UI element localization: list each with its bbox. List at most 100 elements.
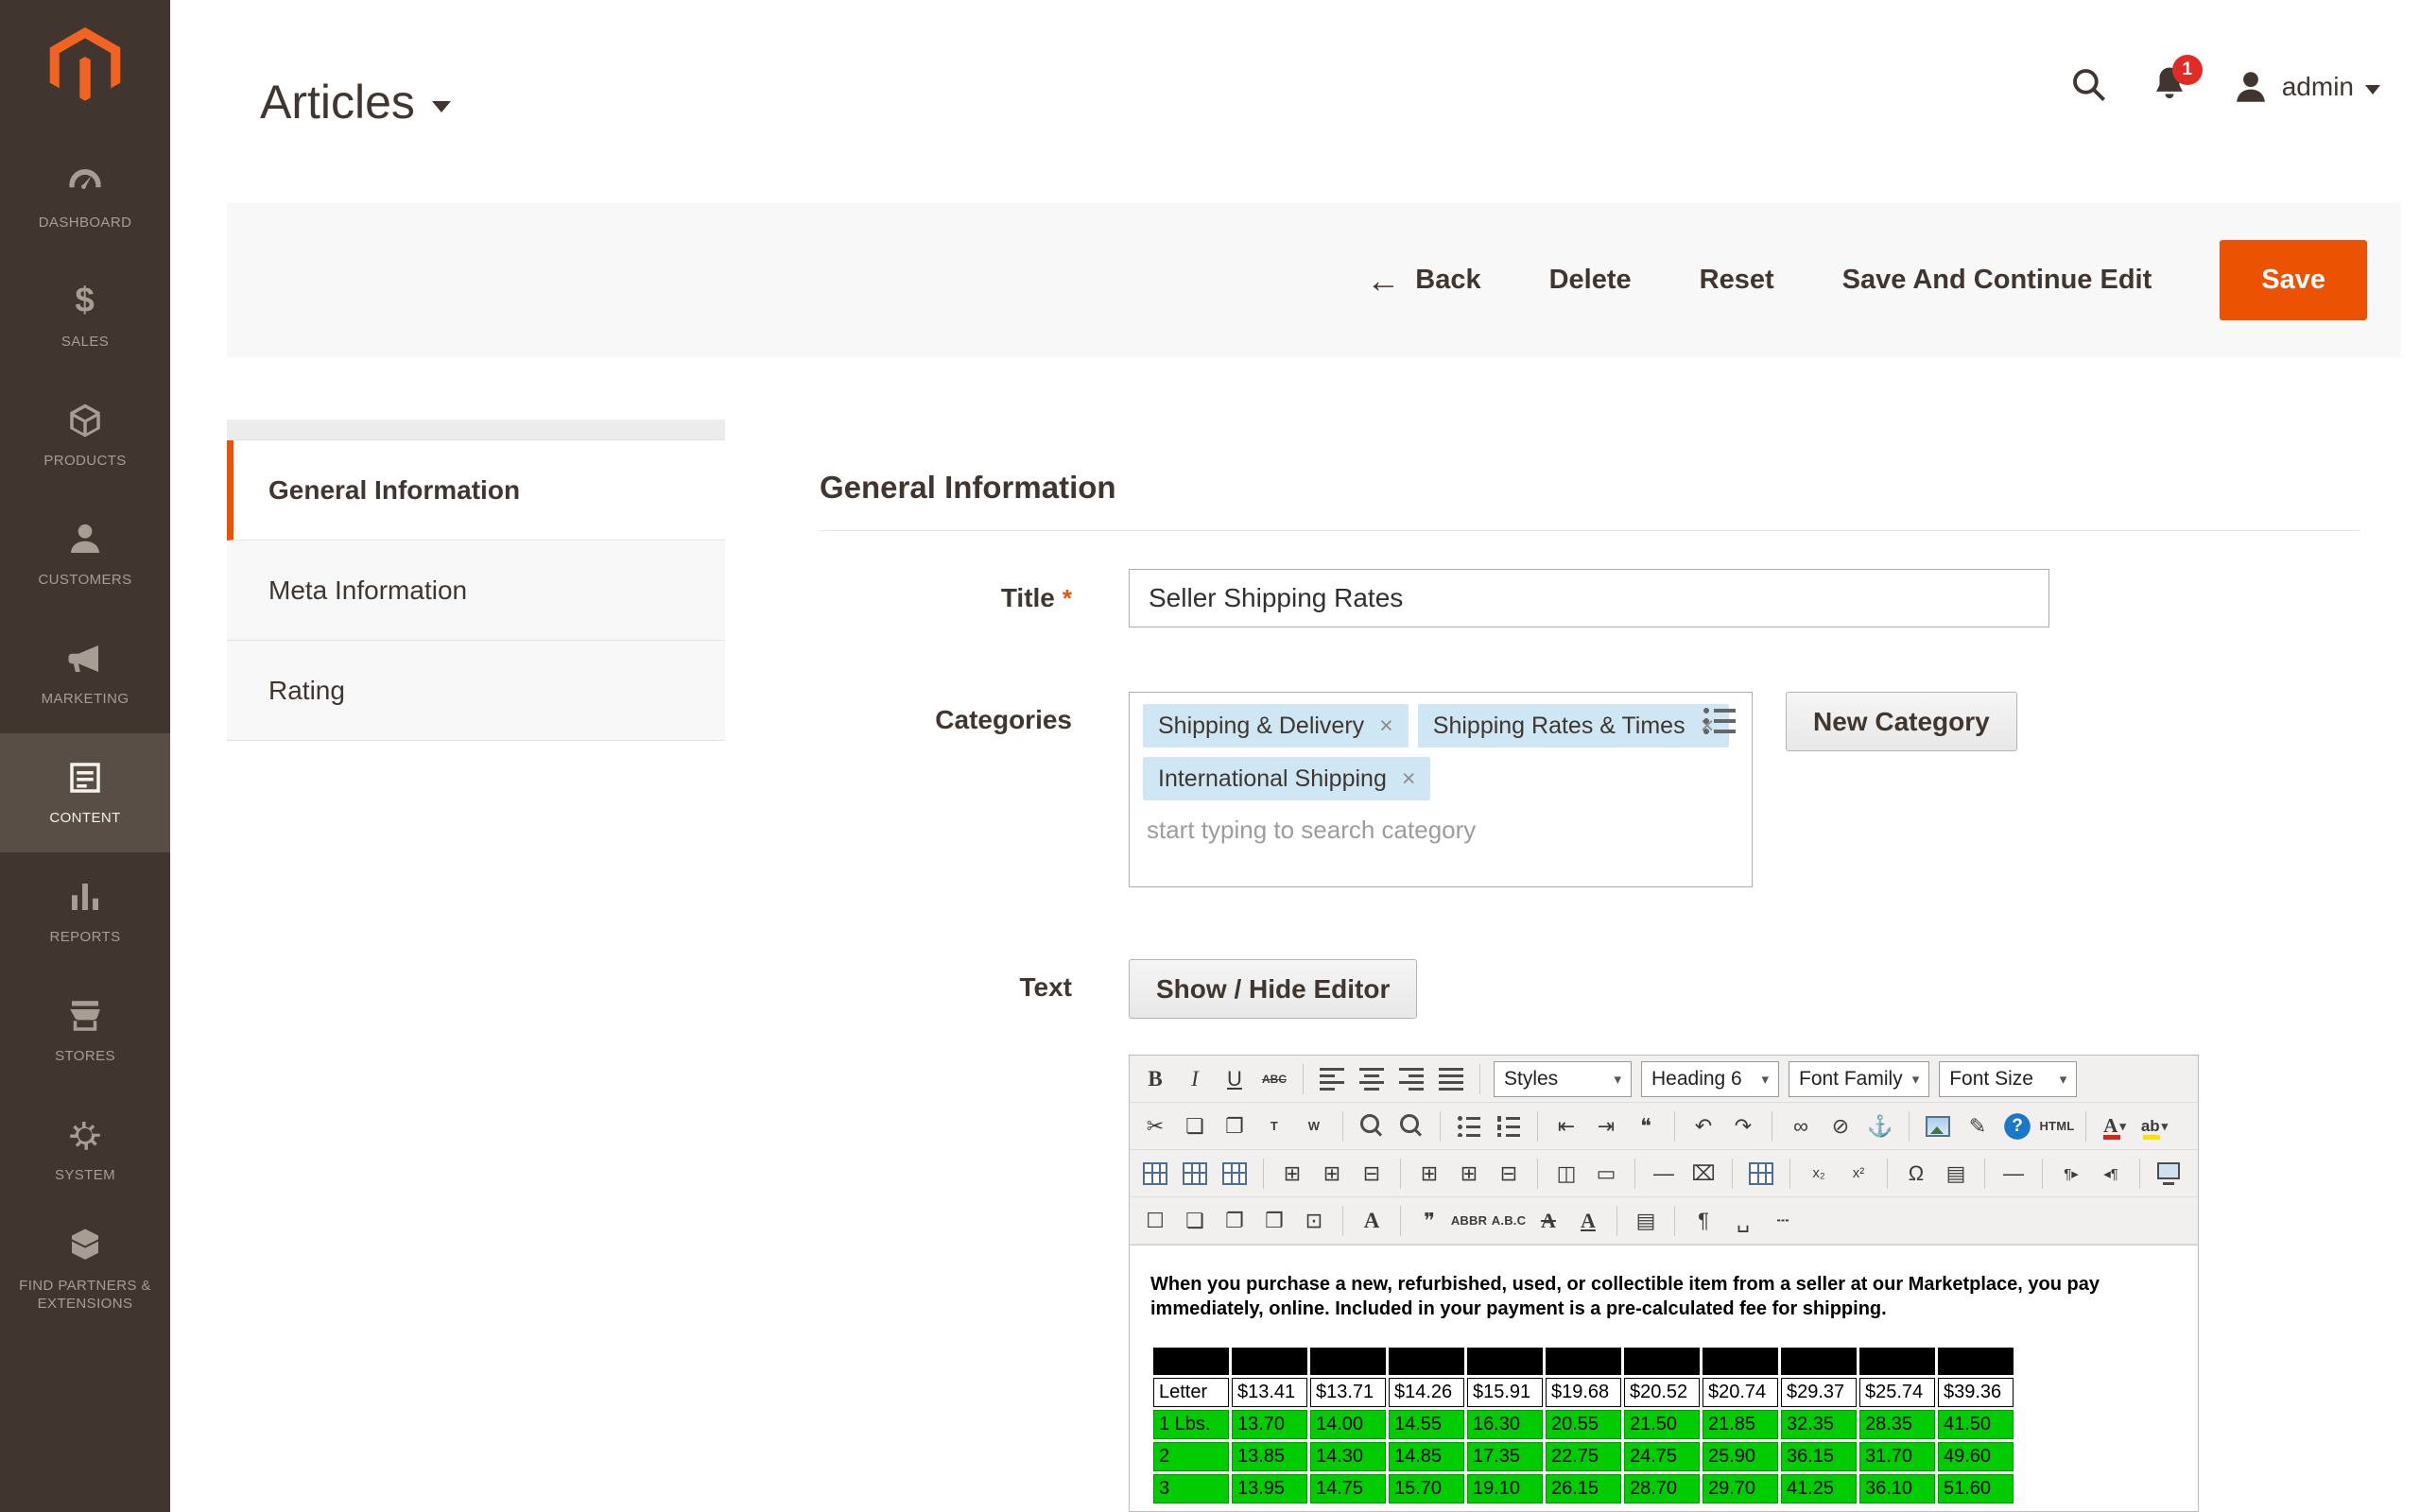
sidebar-item-sales[interactable]: $SALES [0, 257, 170, 376]
remove-format-button[interactable]: ⌧ [1685, 1155, 1722, 1193]
category-search-input[interactable] [1143, 810, 1738, 850]
acronym-button[interactable]: A.B.C [1490, 1202, 1528, 1240]
back-button[interactable]: ← Back [1366, 264, 1480, 298]
col-insert-before-button[interactable]: ⊞ [1410, 1155, 1448, 1193]
table-cell-props-button[interactable] [1216, 1155, 1253, 1193]
col-insert-after-button[interactable]: ⊞ [1450, 1155, 1488, 1193]
show-hide-editor-button[interactable]: Show / Hide Editor [1129, 959, 1417, 1019]
sidebar-item-reports[interactable]: REPORTS [0, 852, 170, 971]
html-button[interactable]: HTML [2038, 1108, 2076, 1145]
row-delete-button[interactable]: ⊟ [1353, 1155, 1391, 1193]
cite-button[interactable]: ❞ [1410, 1202, 1448, 1240]
row-insert-below-button[interactable]: ⊞ [1313, 1155, 1351, 1193]
font-family-select[interactable]: Font Family▾ [1789, 1061, 1929, 1097]
sidebar-item-partners[interactable]: FIND PARTNERS & EXTENSIONS [0, 1210, 170, 1329]
rtl-button[interactable]: ◂¶ [2092, 1155, 2130, 1193]
visual-aid-button[interactable] [1742, 1155, 1780, 1193]
global-search-button[interactable] [2068, 64, 2108, 109]
tab-meta-information[interactable]: Meta Information [227, 541, 725, 641]
sidebar-item-marketing[interactable]: MARKETING [0, 614, 170, 733]
media-button[interactable]: ▤ [1937, 1155, 1975, 1193]
ordered-list-button[interactable] [1490, 1108, 1528, 1145]
table-row-props-button[interactable] [1176, 1155, 1214, 1193]
italic-button[interactable]: I [1176, 1060, 1214, 1098]
blockquote-button[interactable]: ❝ [1627, 1108, 1665, 1145]
text-color-button[interactable]: A▾ [2096, 1108, 2134, 1145]
tab-rating[interactable]: Rating [227, 641, 725, 741]
sidebar-item-customers[interactable]: CUSTOMERS [0, 495, 170, 614]
background-color-button[interactable]: ab▾ [2135, 1108, 2173, 1145]
strikethrough-button[interactable]: ABC [1255, 1060, 1293, 1098]
outdent-button[interactable]: ⇤ [1547, 1108, 1585, 1145]
absolute-position-button[interactable]: ⊡ [1295, 1202, 1333, 1240]
deleted-text-button[interactable]: A [1530, 1202, 1567, 1240]
paste-from-word-button[interactable]: W [1295, 1108, 1333, 1145]
indent-button[interactable]: ⇥ [1587, 1108, 1625, 1145]
nonbreaking-space-button[interactable]: ␣ [1724, 1202, 1762, 1240]
row-insert-above-button[interactable]: ⊞ [1273, 1155, 1311, 1193]
sidebar-item-content[interactable]: CONTENT [0, 733, 170, 852]
table-insert-button[interactable] [1136, 1155, 1174, 1193]
sidebar-item-system[interactable]: SYSTEM [0, 1091, 170, 1210]
page-break-button[interactable]: ┄ [1764, 1202, 1802, 1240]
delete-button[interactable]: Delete [1549, 265, 1632, 296]
remove-tag-button[interactable]: × [1402, 765, 1416, 793]
sidebar-item-dashboard[interactable]: DASHBOARD [0, 138, 170, 257]
help-button[interactable]: ? [1998, 1108, 2036, 1145]
image-button[interactable] [1919, 1108, 1957, 1145]
style-props-button[interactable]: A [1353, 1202, 1391, 1240]
align-justify-button[interactable] [1432, 1060, 1470, 1098]
visual-chars-button[interactable]: ¶ [1685, 1202, 1722, 1240]
bring-to-front-button[interactable]: ❐ [1216, 1202, 1253, 1240]
editor-body[interactable]: When you purchase a new, refurbished, us… [1130, 1245, 2198, 1511]
find-replace-button[interactable] [1392, 1108, 1430, 1145]
insert-layer-button[interactable]: ❏ [1176, 1202, 1214, 1240]
abbreviation-button[interactable]: ABBR [1450, 1202, 1488, 1240]
horizontal-rule-button[interactable]: — [1645, 1155, 1683, 1193]
col-delete-button[interactable]: ⊟ [1490, 1155, 1528, 1193]
reset-button[interactable]: Reset [1700, 265, 1774, 296]
sidebar-item-stores[interactable]: STORES [0, 971, 170, 1091]
send-to-back-button[interactable]: ❒ [1255, 1202, 1293, 1240]
inserted-text-button[interactable]: A [1569, 1202, 1607, 1240]
anchor-button[interactable]: ⚓ [1861, 1108, 1899, 1145]
styles-select[interactable]: Styles▾ [1494, 1061, 1632, 1097]
subscript-button[interactable]: x₂ [1800, 1155, 1838, 1193]
title-dropdown-caret-icon[interactable] [432, 101, 451, 112]
fullscreen-button[interactable] [2150, 1155, 2187, 1193]
remove-tag-button[interactable]: × [1379, 713, 1393, 740]
merge-cells-button[interactable]: ▭ [1587, 1155, 1625, 1193]
category-list-icon[interactable] [1703, 706, 1737, 736]
sidebar-item-products[interactable]: PRODUCTS [0, 376, 170, 495]
redo-button[interactable]: ↷ [1724, 1108, 1762, 1145]
copy-button[interactable]: ❏ [1176, 1108, 1214, 1145]
save-button[interactable]: Save [2220, 240, 2367, 320]
bold-button[interactable]: B [1136, 1060, 1174, 1098]
title-input[interactable] [1129, 569, 2049, 627]
unordered-list-button[interactable] [1450, 1108, 1488, 1145]
format-select[interactable]: Heading 6▾ [1641, 1061, 1779, 1097]
attributes-button[interactable]: ▤ [1627, 1202, 1665, 1240]
paste-button[interactable]: ❐ [1216, 1108, 1253, 1145]
categories-multiselect[interactable]: Shipping & Delivery×Shipping Rates & Tim… [1129, 692, 1753, 887]
special-char-button[interactable]: Ω [1897, 1155, 1935, 1193]
cut-button[interactable]: ✂ [1136, 1108, 1174, 1145]
cleanup-button[interactable]: ✎ [1959, 1108, 1996, 1145]
find-button[interactable] [1353, 1108, 1391, 1145]
align-right-button[interactable] [1392, 1060, 1430, 1098]
magento-logo[interactable] [0, 0, 170, 121]
new-category-button[interactable]: New Category [1786, 692, 2017, 751]
notifications-button[interactable]: 1 [2150, 64, 2189, 109]
unlink-button[interactable]: ⊘ [1822, 1108, 1859, 1145]
undo-button[interactable]: ↶ [1685, 1108, 1722, 1145]
font-size-select[interactable]: Font Size▾ [1939, 1061, 2077, 1097]
select-all-button[interactable]: ☐ [1136, 1202, 1174, 1240]
tab-general-information[interactable]: General Information [227, 440, 725, 541]
align-left-button[interactable] [1313, 1060, 1351, 1098]
link-button[interactable]: ∞ [1782, 1108, 1820, 1145]
paste-as-text-button[interactable]: T [1255, 1108, 1293, 1145]
ltr-button[interactable]: ¶▸ [2052, 1155, 2090, 1193]
admin-menu[interactable]: admin [2231, 67, 2380, 107]
underline-button[interactable]: U [1216, 1060, 1253, 1098]
advanced-hr-button[interactable]: — [1995, 1155, 2032, 1193]
